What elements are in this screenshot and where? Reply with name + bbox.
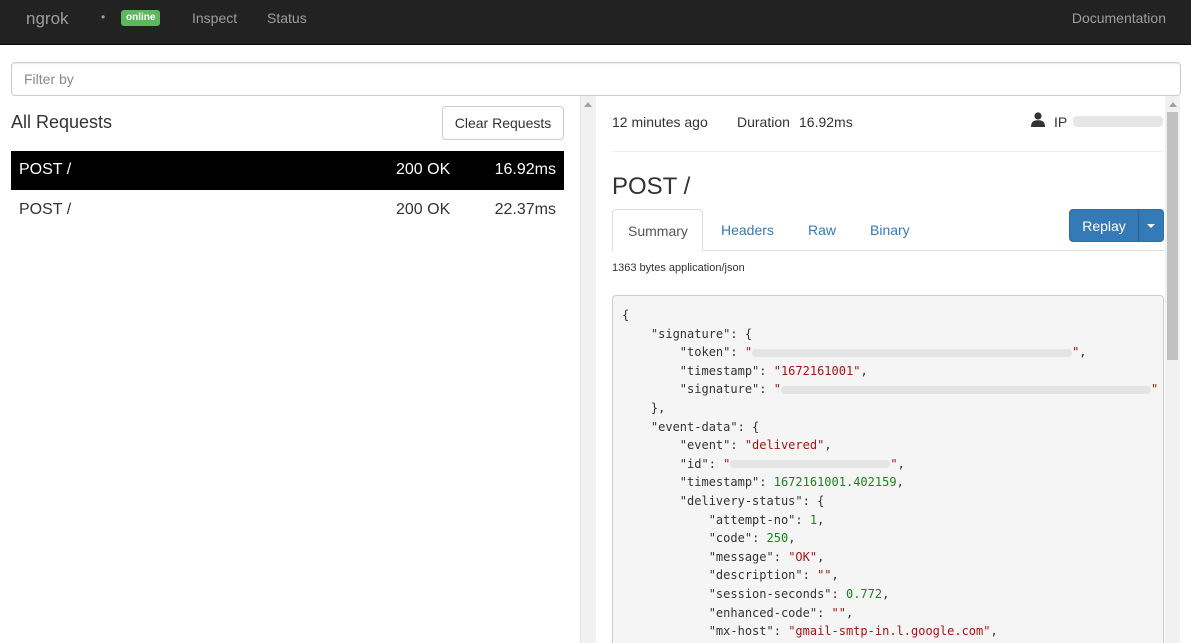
top-navbar: ngrok • online Inspect Status Documentat… bbox=[0, 0, 1191, 45]
nav-inspect[interactable]: Inspect bbox=[192, 10, 237, 26]
nav-documentation[interactable]: Documentation bbox=[1072, 10, 1166, 26]
scroll-up-arrow-icon[interactable] bbox=[584, 102, 592, 107]
duration-value: 16.92ms bbox=[799, 114, 853, 130]
request-method-path: POST / bbox=[19, 161, 72, 178]
divider bbox=[612, 151, 1164, 152]
request-duration: 16.92ms bbox=[494, 161, 556, 178]
ip-label: IP bbox=[1054, 114, 1068, 130]
request-method-path: POST / bbox=[19, 201, 72, 218]
request-time-ago: 12 minutes ago bbox=[612, 114, 708, 130]
request-duration: 22.37ms bbox=[494, 201, 556, 218]
replay-dropdown-button[interactable] bbox=[1138, 209, 1164, 242]
body-size-info: 1363 bytes application/json bbox=[612, 262, 745, 274]
json-body: { "signature": { "token": " ", "timestamp… bbox=[612, 295, 1164, 643]
nav-status[interactable]: Status bbox=[267, 10, 307, 26]
redacted-signature bbox=[780, 385, 1151, 394]
tab-summary[interactable]: Summary bbox=[612, 209, 703, 251]
brand-logo[interactable]: ngrok bbox=[26, 9, 69, 29]
request-status: 200 OK bbox=[396, 161, 451, 178]
status-badge: online bbox=[121, 10, 161, 26]
caret-down-icon bbox=[1147, 224, 1155, 228]
filter-input[interactable] bbox=[11, 62, 1181, 96]
redacted-token bbox=[752, 348, 1073, 357]
request-row[interactable]: POST / 200 OK 22.37ms bbox=[11, 191, 564, 230]
all-requests-title: All Requests bbox=[11, 112, 113, 132]
ip-address-redacted bbox=[1073, 116, 1163, 127]
status-dot: • bbox=[101, 10, 106, 24]
scrollbar-thumb[interactable] bbox=[1167, 112, 1178, 360]
user-icon bbox=[1031, 112, 1045, 127]
clear-requests-button[interactable]: Clear Requests bbox=[442, 106, 564, 140]
left-scrollbar[interactable] bbox=[580, 96, 596, 643]
request-heading: POST / bbox=[612, 173, 691, 200]
scroll-up-arrow-icon[interactable] bbox=[1169, 102, 1177, 107]
request-status: 200 OK bbox=[396, 201, 451, 218]
json-code: { "signature": { "token": " ", "timestamp… bbox=[622, 308, 1159, 639]
tab-binary[interactable]: Binary bbox=[855, 209, 925, 251]
redacted-id bbox=[730, 460, 891, 469]
tab-raw[interactable]: Raw bbox=[793, 209, 851, 251]
request-row[interactable]: POST / 200 OK 16.92ms bbox=[11, 151, 564, 190]
replay-button[interactable]: Replay bbox=[1069, 209, 1139, 242]
duration-label: Duration bbox=[737, 114, 790, 130]
tab-headers[interactable]: Headers bbox=[706, 209, 789, 251]
